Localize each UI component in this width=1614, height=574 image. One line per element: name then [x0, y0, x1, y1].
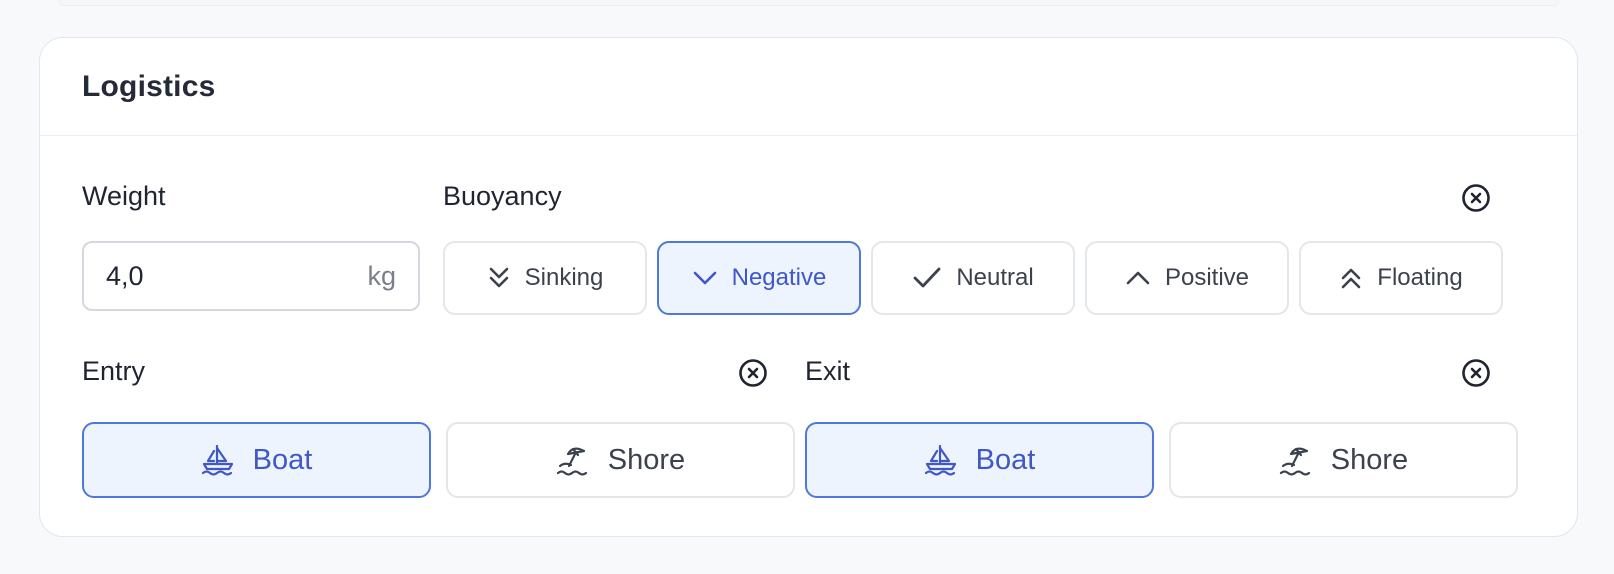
exit-option-boat[interactable]: Boat	[805, 422, 1154, 498]
chevron-down-icon	[693, 271, 716, 285]
card-header: Logistics	[40, 38, 1577, 136]
buoyancy-option-label: Sinking	[524, 264, 604, 291]
weight-input[interactable]: 4,0 kg	[82, 241, 420, 311]
buoyancy-option-label: Negative	[731, 264, 827, 291]
exit-option-label: Boat	[975, 443, 1036, 476]
double-chevron-up-icon	[1341, 268, 1361, 289]
sailboat-icon	[201, 444, 233, 476]
buoyancy-option-label: Positive	[1164, 264, 1250, 291]
card-title: Logistics	[82, 69, 216, 103]
entry-option-boat[interactable]: Boat	[82, 422, 431, 498]
buoyancy-option-negative[interactable]: Negative	[657, 241, 861, 315]
entry-option-label: Boat	[252, 443, 313, 476]
entry-option-shore[interactable]: Shore	[446, 422, 795, 498]
buoyancy-option-neutral[interactable]: Neutral	[871, 241, 1075, 315]
clear-circle-icon	[739, 359, 767, 387]
weight-unit: kg	[367, 260, 396, 291]
buoyancy-option-sinking[interactable]: Sinking	[443, 241, 647, 315]
exit-option-label: Shore	[1330, 443, 1409, 476]
clear-circle-icon	[1462, 184, 1490, 212]
clear-circle-icon	[1462, 359, 1490, 387]
sailboat-icon	[924, 444, 956, 476]
buoyancy-option-label: Floating	[1377, 264, 1463, 291]
buoyancy-option-label: Neutral	[956, 264, 1034, 291]
entry-clear-button[interactable]	[736, 356, 770, 390]
exit-option-shore[interactable]: Shore	[1169, 422, 1518, 498]
exit-clear-button[interactable]	[1459, 356, 1493, 390]
previous-card-edge	[58, 0, 1560, 6]
check-icon	[913, 267, 941, 288]
exit-label: Exit	[805, 356, 851, 386]
beach-umbrella-icon	[1279, 447, 1310, 476]
buoyancy-label: Buoyancy	[443, 181, 562, 211]
buoyancy-option-floating[interactable]: Floating	[1299, 241, 1503, 315]
buoyancy-option-positive[interactable]: Positive	[1085, 241, 1289, 315]
weight-value[interactable]: 4,0	[106, 261, 367, 292]
chevron-up-icon	[1126, 271, 1150, 285]
entry-option-label: Shore	[607, 443, 686, 476]
double-chevron-down-icon	[489, 267, 508, 288]
weight-label: Weight	[82, 181, 166, 211]
beach-umbrella-icon	[556, 447, 587, 476]
entry-label: Entry	[82, 356, 146, 386]
buoyancy-clear-button[interactable]	[1459, 181, 1493, 215]
logistics-card: Logistics Weight 4,0 kg Buoyancy Sinking…	[39, 37, 1578, 537]
